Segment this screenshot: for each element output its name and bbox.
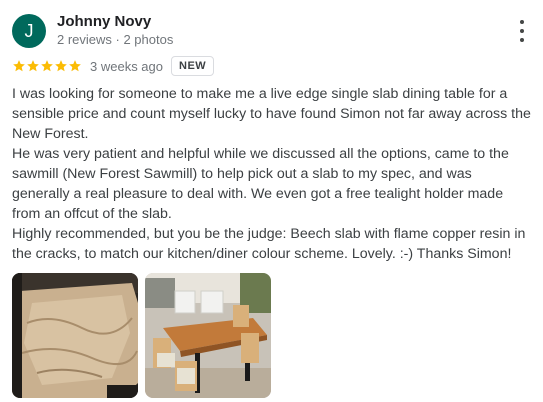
slab-photo-image <box>12 273 138 398</box>
review-time: 3 weeks ago <box>90 58 163 74</box>
star-icon <box>13 60 25 72</box>
more-vert-icon-dot <box>520 29 524 33</box>
more-options-button[interactable] <box>512 20 532 42</box>
star-rating <box>12 59 82 73</box>
review-photo-table[interactable] <box>145 273 271 398</box>
more-vert-icon <box>520 20 524 24</box>
star-icon <box>41 60 53 72</box>
star-icon <box>27 60 39 72</box>
review-paragraph: I was looking for someone to make me a l… <box>12 86 531 142</box>
table-photo-image <box>145 273 271 398</box>
avatar[interactable]: J <box>12 14 46 48</box>
review-paragraph: He was very patient and helpful while we… <box>12 146 509 222</box>
author-meta: 2 reviews · 2 photos <box>57 32 174 47</box>
review-text: I was looking for someone to make me a l… <box>12 84 532 264</box>
star-icon <box>69 60 81 72</box>
review-paragraph: Highly recommended, but you be the judge… <box>12 226 526 262</box>
avatar-initial: J <box>24 20 34 41</box>
review-photo-slab[interactable] <box>12 273 138 398</box>
star-icon <box>55 60 67 72</box>
rating-row: 3 weeks ago NEW <box>12 56 215 76</box>
new-badge: NEW <box>171 56 215 76</box>
more-vert-icon-dot <box>520 38 524 42</box>
author-name[interactable]: Johnny Novy <box>57 13 151 30</box>
